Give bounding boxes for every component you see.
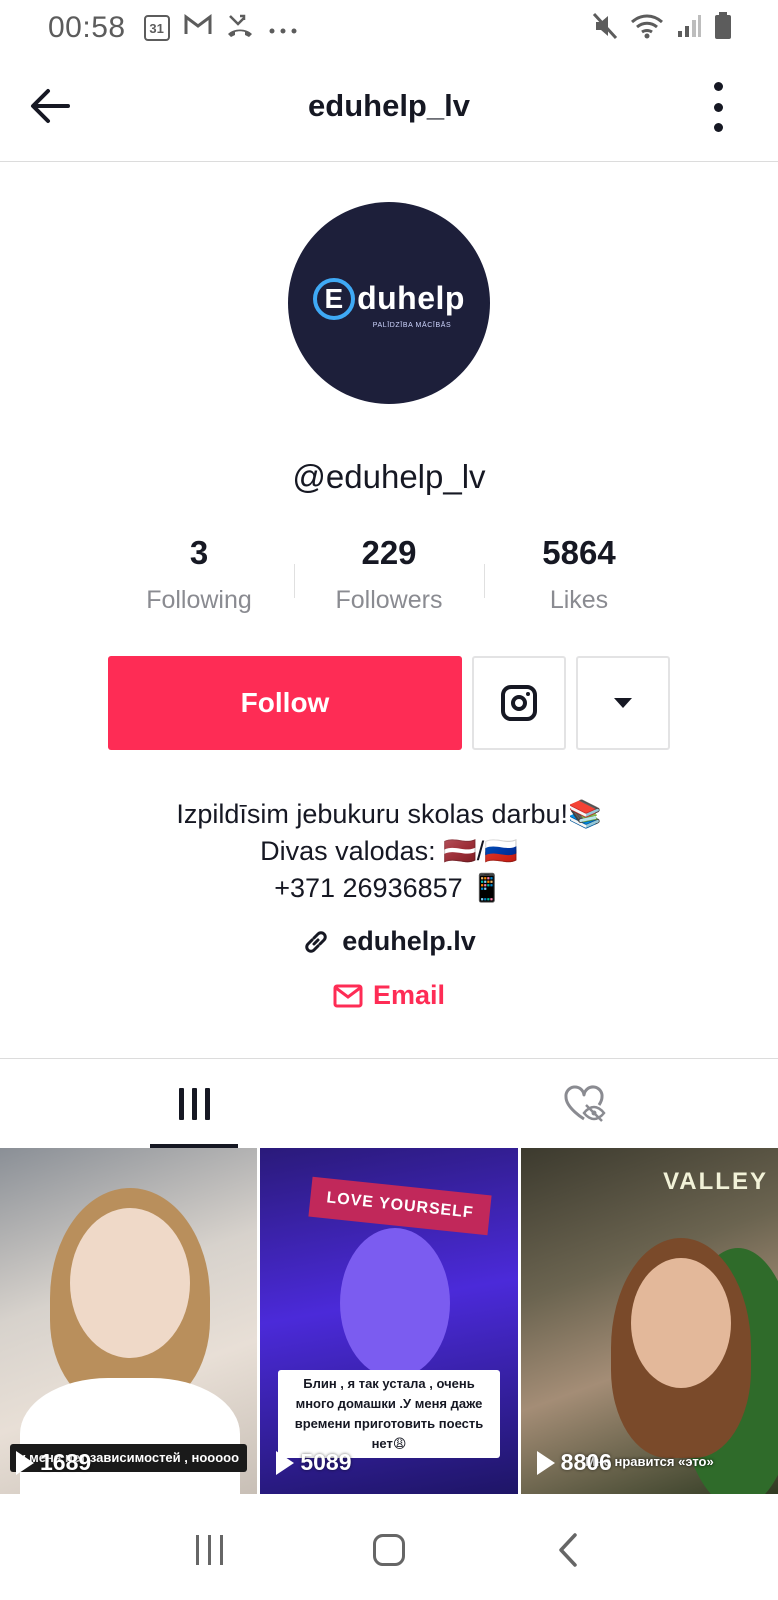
battery-icon (714, 12, 732, 45)
home-icon (372, 1534, 405, 1566)
thumbnail-sign: VALLEY (663, 1168, 768, 1195)
logo-e-mark: E (313, 277, 356, 320)
play-icon (276, 1450, 295, 1475)
stat-value: 229 (361, 534, 417, 571)
mail-icon (333, 984, 363, 1007)
follow-button[interactable]: Follow (108, 656, 462, 750)
eduhelp-logo: Eduhelp PALĪDZĪBA MĀCĪBĀS (313, 277, 465, 329)
recent-apps-button[interactable] (180, 1520, 240, 1580)
missed-call-icon (226, 12, 254, 44)
logo-subtitle: PALĪDZĪBA MĀCĪBĀS (372, 321, 452, 329)
tab-liked[interactable] (389, 1059, 778, 1148)
view-count: 8806 (536, 1449, 612, 1476)
status-bar: 00:58 31 (0, 0, 778, 56)
email-label: Email (372, 980, 446, 1010)
profile-bio: Izpildīsim jebukuru skolas darbu!📚 Divas… (0, 796, 778, 907)
stat-likes: 5864 Likes (484, 534, 674, 615)
system-nav-bar (0, 1500, 778, 1600)
video-thumbnail[interactable]: у меня нет зависимостей , ноoooo 1689 (0, 1148, 258, 1494)
suggested-accounts-button[interactable] (576, 656, 670, 750)
calendar-icon: 31 (143, 15, 170, 41)
home-button[interactable] (359, 1520, 419, 1580)
avatar[interactable]: Eduhelp PALĪDZĪBA MĀCĪBĀS (288, 202, 490, 404)
video-grid: у меня нет зависимостей , ноoooo 1689 LO… (0, 1148, 778, 1494)
thumbnail-art (20, 1378, 240, 1494)
view-count: 5089 (276, 1449, 352, 1476)
more-dot-icon (713, 82, 723, 91)
website-link-text: eduhelp.lv (342, 926, 476, 956)
instagram-button[interactable] (472, 656, 566, 750)
more-notifications-icon (268, 15, 298, 41)
video-thumbnail[interactable]: VALLEY Мне нравится «это» 8806 (520, 1148, 778, 1494)
recents-icon (196, 1535, 224, 1565)
view-count-text: 5089 (300, 1449, 352, 1475)
view-count-text: 1689 (40, 1449, 92, 1475)
grid-icon (179, 1087, 210, 1120)
caret-down-icon (614, 698, 632, 708)
video-caption: Блин , я так устала , очень много домашк… (260, 1370, 517, 1458)
system-icons (592, 12, 732, 45)
view-count-text: 8806 (560, 1449, 612, 1475)
instagram-icon (501, 685, 537, 721)
view-count: 1689 (16, 1449, 91, 1476)
gmail-icon (184, 14, 212, 42)
profile-actions: Follow (108, 656, 670, 750)
stat-following[interactable]: 3 Following (104, 534, 294, 615)
more-options-button[interactable] (706, 82, 730, 132)
thumbnail-art (70, 1208, 190, 1358)
profile-tabs (0, 1058, 778, 1148)
page-title: eduhelp_lv (308, 88, 470, 123)
stat-label: Likes (549, 586, 609, 614)
profile-username: @eduhelp_lv (292, 458, 486, 495)
bio-line: Izpildīsim jebukuru skolas darbu!📚 (176, 799, 602, 829)
stat-label: Followers (335, 586, 443, 614)
stat-value: 5864 (542, 534, 616, 571)
profile-stats: 3 Following 229 Followers 5864 Likes (0, 534, 778, 615)
mute-icon (592, 12, 618, 45)
thumbnail-art (340, 1228, 451, 1378)
play-icon (536, 1450, 555, 1475)
thumbnail-art (630, 1258, 731, 1388)
bio-line: +371 26936857 📱 (274, 873, 504, 903)
bio-line: Divas valodas: 🇱🇻/🇷🇺 (260, 836, 518, 866)
more-dot-icon (713, 102, 723, 112)
website-link[interactable]: eduhelp.lv (0, 926, 778, 957)
stat-value: 3 (189, 534, 209, 571)
top-bar: eduhelp_lv (0, 56, 778, 162)
play-icon (16, 1450, 34, 1475)
video-caption-text: Блин , я так устала , очень много домашк… (278, 1370, 500, 1458)
tab-videos[interactable] (0, 1059, 389, 1148)
stat-label: Following (146, 586, 252, 614)
wifi-icon (630, 13, 664, 44)
video-thumbnail[interactable]: LOVE YOURSELF Блин , я так устала , очен… (260, 1148, 518, 1494)
signal-icon (676, 13, 702, 44)
chevron-left-icon (559, 1533, 578, 1567)
notification-icons: 31 (143, 12, 298, 44)
status-time: 00:58 (48, 11, 126, 44)
thumbnail-banner: LOVE YOURSELF (308, 1176, 492, 1236)
hidden-likes-icon (563, 1085, 606, 1122)
more-dot-icon (713, 123, 723, 132)
email-button[interactable]: Email (0, 980, 778, 1011)
link-icon (305, 930, 327, 953)
system-back-button[interactable] (538, 1520, 598, 1580)
stat-followers[interactable]: 229 Followers (294, 534, 484, 615)
